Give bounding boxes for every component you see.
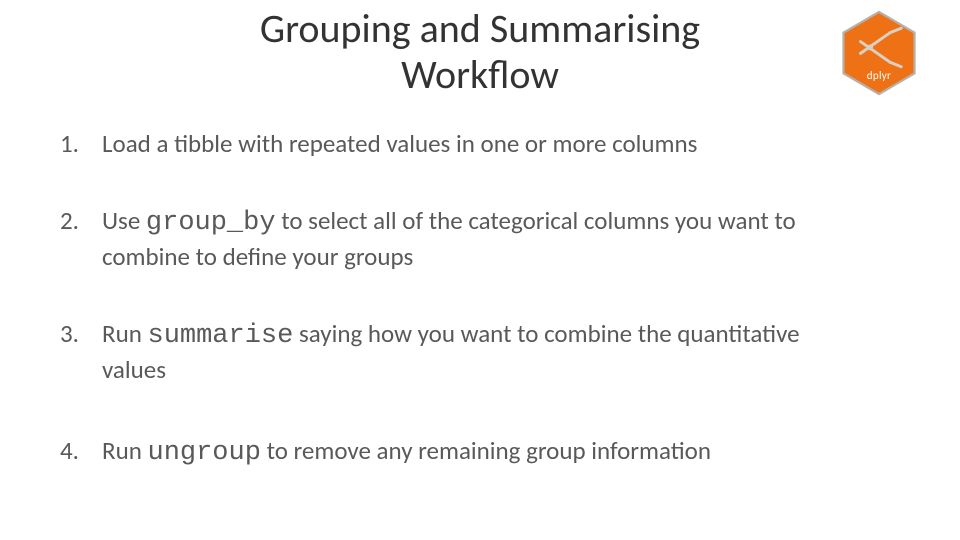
hex-label: dplyr xyxy=(842,69,916,82)
text-pre: Load a tibble with repeated values in on… xyxy=(102,128,697,159)
text-post: to remove any remaining group informatio… xyxy=(261,435,711,466)
text-post2: combine to define your groups xyxy=(102,241,413,272)
code-token: summarise xyxy=(148,321,294,351)
list-text: Run ungroup to remove any remaining grou… xyxy=(102,435,900,471)
code-token: ungroup xyxy=(148,438,261,468)
title-line-2: Workflow xyxy=(401,50,559,99)
list-text: Run summarise saying how you want to com… xyxy=(102,318,900,385)
dplyr-hex-icon: dplyr xyxy=(842,10,916,96)
list-item: 1. Load a tibble with repeated values in… xyxy=(60,128,900,159)
slide: Grouping and Summarising Workflow dplyr … xyxy=(0,0,960,540)
list-text: Use group_by to select all of the catego… xyxy=(102,205,900,272)
list-number: 1. xyxy=(60,128,102,159)
text-post: to select all of the categorical columns… xyxy=(276,205,796,236)
list-item: 4. Run ungroup to remove any remaining g… xyxy=(60,435,900,471)
list-item: 3. Run summarise saying how you want to … xyxy=(60,318,900,385)
text-post2: values xyxy=(102,354,166,385)
list-number: 4. xyxy=(60,435,102,466)
text-pre: Run xyxy=(102,435,148,466)
slide-title: Grouping and Summarising Workflow xyxy=(0,6,960,98)
list-text: Load a tibble with repeated values in on… xyxy=(102,128,900,159)
hex-shape-icon xyxy=(842,10,916,96)
text-pre: Run xyxy=(102,318,148,349)
list-number: 2. xyxy=(60,205,102,236)
title-line-1: Grouping and Summarising xyxy=(260,4,700,53)
list-number: 3. xyxy=(60,318,102,349)
code-token: group_by xyxy=(146,208,276,238)
text-pre: Use xyxy=(102,205,146,236)
list-item: 2. Use group_by to select all of the cat… xyxy=(60,205,900,272)
text-post: saying how you want to combine the quant… xyxy=(293,318,799,349)
numbered-list: 1. Load a tibble with repeated values in… xyxy=(60,128,900,517)
